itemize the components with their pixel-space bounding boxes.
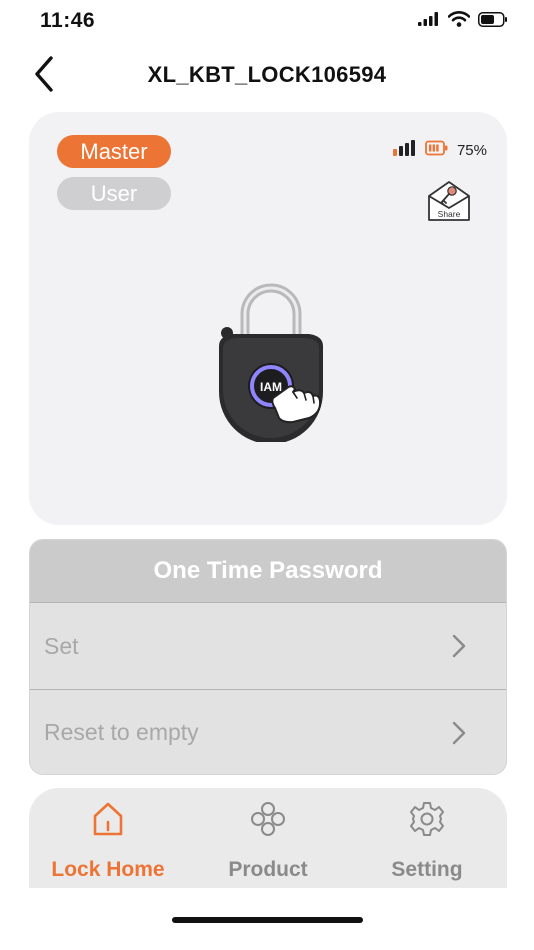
- tab-label: Product: [228, 858, 308, 881]
- otp-card: One Time Password Set Reset to empty: [29, 539, 507, 775]
- battery-level-icon: [425, 140, 449, 160]
- share-envelope-key-icon: Share: [428, 181, 470, 221]
- share-button[interactable]: Share: [425, 176, 473, 224]
- lock-card: Master User 75% Share IAM: [29, 112, 507, 525]
- battery-percent: 75%: [456, 141, 487, 159]
- otp-title: One Time Password: [30, 540, 506, 603]
- tab-bar: Lock Home Product Setting: [29, 788, 507, 888]
- signal-strength-icon: [392, 140, 417, 160]
- otp-set-row[interactable]: Set: [30, 603, 506, 689]
- product-clover-icon: [249, 800, 287, 838]
- home-icon: [89, 800, 127, 838]
- chevron-right-icon: [452, 721, 466, 751]
- tab-label: Lock Home: [51, 858, 165, 881]
- tab-setting[interactable]: Setting: [352, 788, 502, 888]
- otp-row-label: Set: [44, 632, 79, 659]
- device-status: 75%: [392, 140, 487, 160]
- share-label: Share: [438, 209, 461, 219]
- status-bar: 11:46: [0, 0, 534, 44]
- tab-label: Setting: [391, 858, 463, 881]
- home-indicator: [172, 917, 363, 923]
- otp-reset-row[interactable]: Reset to empty: [30, 689, 506, 774]
- cellular-signal-icon: [418, 12, 440, 26]
- status-icons: [418, 11, 508, 27]
- wifi-icon: [448, 11, 470, 27]
- status-time: 11:46: [40, 9, 96, 32]
- lock-badge: IAM: [260, 380, 282, 394]
- otp-row-label: Reset to empty: [44, 719, 199, 745]
- role-master-button[interactable]: Master: [57, 135, 171, 168]
- tab-lock-home[interactable]: Lock Home: [33, 788, 183, 888]
- battery-icon: [478, 11, 508, 27]
- chevron-right-icon: [452, 634, 466, 664]
- padlock-fingerprint-icon: IAM: [207, 280, 337, 444]
- tab-product[interactable]: Product: [193, 788, 343, 888]
- gear-icon: [408, 800, 446, 838]
- nav-bar: XL_KBT_LOCK106594: [0, 50, 534, 102]
- role-user-button[interactable]: User: [57, 177, 171, 210]
- page-title: XL_KBT_LOCK106594: [147, 62, 387, 87]
